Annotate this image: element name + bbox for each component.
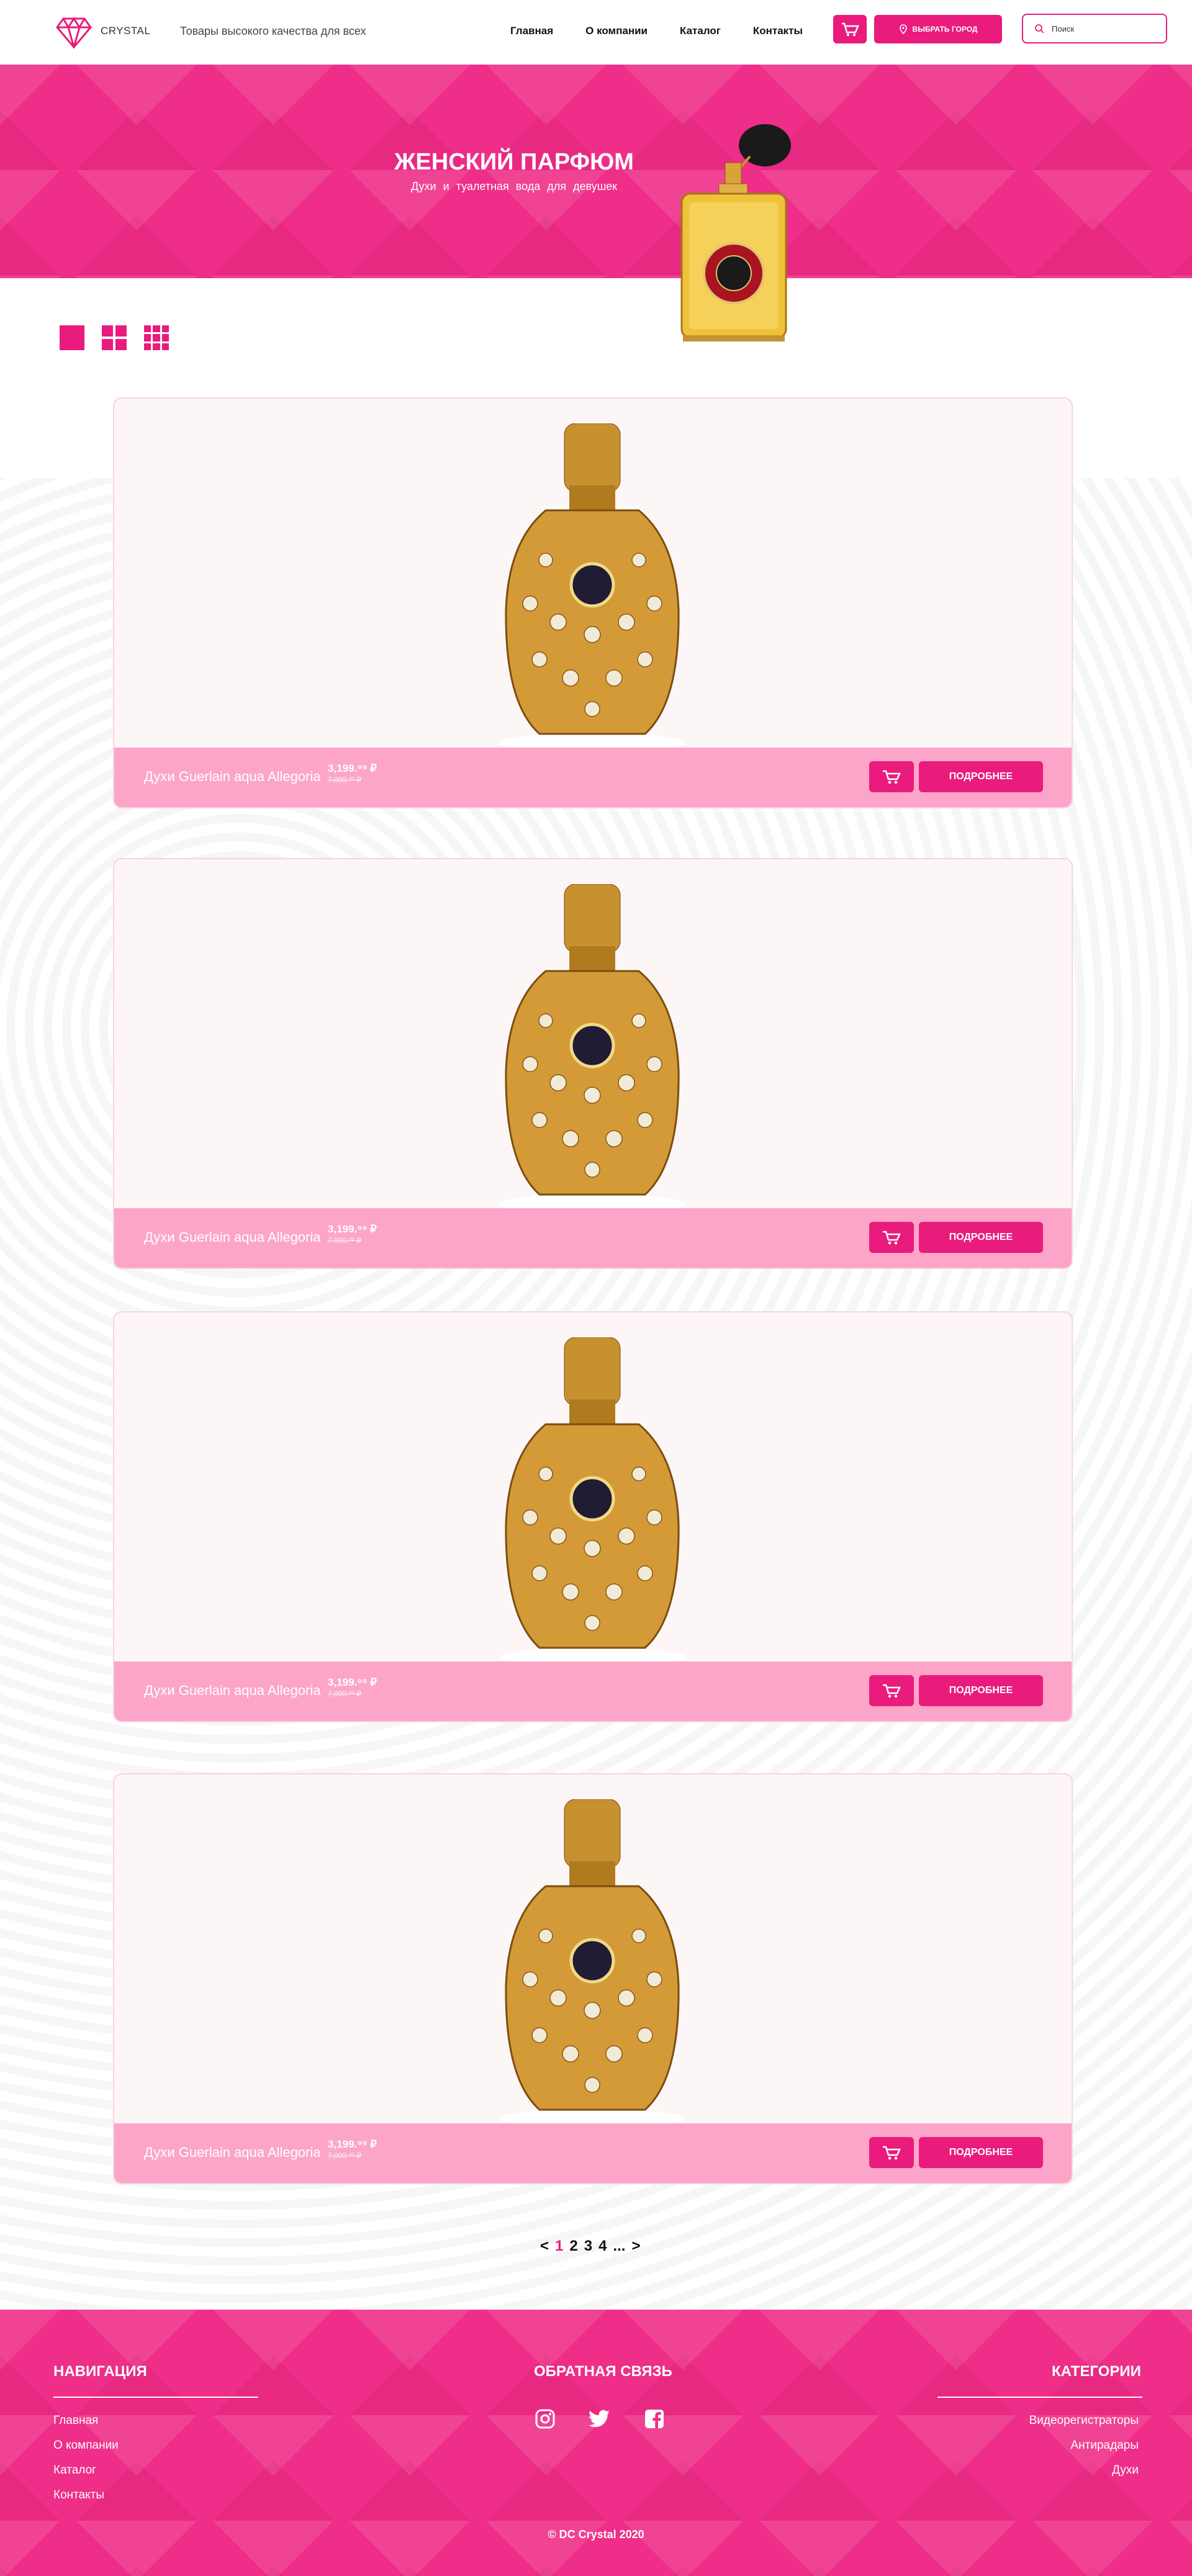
header-cart-button[interactable] bbox=[833, 15, 867, 43]
footer-category-perfume[interactable]: Духи bbox=[1029, 2464, 1139, 2477]
product-bar: Духи Guerlain aqua Allegoria 3,199.⁹⁹ ₽ … bbox=[114, 1661, 1072, 1721]
site-header: CRYSTAL Товары высокого качества для все… bbox=[0, 0, 1192, 65]
view-single-button[interactable] bbox=[60, 325, 84, 350]
footer-categories-divider bbox=[937, 2397, 1142, 2398]
hero-title: ЖЕНСКИЙ ПАРФЮМ bbox=[394, 149, 634, 175]
diamond-logo-icon[interactable] bbox=[56, 16, 92, 48]
nav-home[interactable]: Главная bbox=[510, 25, 553, 37]
instagram-icon[interactable] bbox=[535, 2409, 555, 2429]
social-links bbox=[535, 2409, 664, 2429]
footer-nav-list: Главная О компании Каталог Контакты bbox=[53, 2414, 119, 2513]
search-box bbox=[1022, 14, 1167, 43]
twitter-icon[interactable] bbox=[589, 2409, 611, 2429]
cart-icon bbox=[883, 2146, 901, 2160]
pagination-page-3[interactable]: 3 bbox=[584, 2238, 592, 2255]
product-name[interactable]: Духи Guerlain aqua Allegoria bbox=[144, 1229, 321, 1245]
product-price: 3,199.⁹⁹ ₽ 7,000.⁰⁰ ₽ bbox=[328, 1676, 377, 1699]
main-nav: Главная О компании Каталог Контакты bbox=[510, 25, 835, 37]
pagination-page-1[interactable]: 1 bbox=[555, 2238, 563, 2255]
details-button[interactable]: ПОДРОБНЕЕ bbox=[919, 1222, 1043, 1253]
copyright: © DC Crystal 2020 bbox=[548, 2528, 644, 2541]
footer-categories-list: Видеорегистраторы Антирадары Духи bbox=[1029, 2414, 1139, 2488]
footer-nav-home[interactable]: Главная bbox=[53, 2414, 119, 2428]
product-price: 3,199.⁹⁹ ₽ 7,000.⁰⁰ ₽ bbox=[328, 762, 377, 785]
old-price: 7,000.⁰⁰ ₽ bbox=[328, 1236, 361, 1245]
current-price: 3,199.⁹⁹ ₽ bbox=[328, 2138, 377, 2150]
add-to-cart-button[interactable] bbox=[869, 761, 914, 792]
details-button[interactable]: ПОДРОБНЕЕ bbox=[919, 2137, 1043, 2168]
product-price: 3,199.⁹⁹ ₽ 7,000.⁰⁰ ₽ bbox=[328, 2138, 377, 2161]
add-to-cart-button[interactable] bbox=[869, 1222, 914, 1253]
product-image bbox=[499, 1799, 685, 2128]
product-image bbox=[499, 884, 685, 1213]
footer-nav-contacts[interactable]: Контакты bbox=[53, 2488, 119, 2502]
pagination-page-2[interactable]: 2 bbox=[569, 2238, 577, 2255]
hero-banner: ЖЕНСКИЙ ПАРФЮМ Духи и туалетная вода для… bbox=[0, 65, 1192, 341]
current-price: 3,199.⁹⁹ ₽ bbox=[328, 1223, 377, 1235]
pagination-next[interactable]: > bbox=[631, 2238, 640, 2255]
footer-nav-catalog[interactable]: Каталог bbox=[53, 2464, 119, 2477]
view-grid-3-button[interactable] bbox=[144, 325, 169, 350]
facebook-icon[interactable] bbox=[644, 2409, 664, 2429]
cart-icon bbox=[883, 770, 901, 784]
product-bar: Духи Guerlain aqua Allegoria 3,199.⁹⁹ ₽ … bbox=[114, 1208, 1072, 1268]
footer-category-radar-detectors[interactable]: Антирадары bbox=[1029, 2439, 1139, 2452]
hero-subtitle: Духи и туалетная вода для девушек bbox=[410, 180, 618, 192]
product-image bbox=[499, 1337, 685, 1666]
pagination: < 1 2 3 4 ... > bbox=[540, 2238, 640, 2255]
old-price: 7,000.⁰⁰ ₽ bbox=[328, 1689, 361, 1698]
product-name[interactable]: Духи Guerlain aqua Allegoria bbox=[144, 2144, 321, 2161]
product-card: Духи Guerlain aqua Allegoria 3,199.⁹⁹ ₽ … bbox=[113, 1773, 1073, 2184]
view-toggles bbox=[60, 325, 169, 350]
perfume-bottle-image bbox=[680, 124, 791, 341]
footer-category-dashcams[interactable]: Видеорегистраторы bbox=[1029, 2414, 1139, 2428]
logo-text[interactable]: CRYSTAL bbox=[101, 25, 150, 37]
location-pin-icon bbox=[899, 24, 907, 34]
cart-icon bbox=[842, 22, 859, 37]
view-grid-2-button[interactable] bbox=[102, 325, 127, 350]
choose-city-label: ВЫБРАТЬ ГОРОД bbox=[912, 25, 978, 34]
site-footer: НАВИГАЦИЯ Главная О компании Каталог Кон… bbox=[0, 2310, 1192, 2576]
product-card: Духи Guerlain aqua Allegoria 3,199.⁹⁹ ₽ … bbox=[113, 397, 1073, 808]
choose-city-button[interactable]: ВЫБРАТЬ ГОРОД bbox=[874, 15, 1002, 43]
footer-nav-about[interactable]: О компании bbox=[53, 2439, 119, 2452]
footer-feedback-title: ОБРАТНАЯ СВЯЗЬ bbox=[534, 2363, 672, 2380]
details-button[interactable]: ПОДРОБНЕЕ bbox=[919, 761, 1043, 792]
product-bar: Духи Guerlain aqua Allegoria 3,199.⁹⁹ ₽ … bbox=[114, 748, 1072, 807]
product-card: Духи Guerlain aqua Allegoria 3,199.⁹⁹ ₽ … bbox=[113, 858, 1073, 1269]
add-to-cart-button[interactable] bbox=[869, 1675, 914, 1706]
cart-icon bbox=[883, 1231, 901, 1245]
product-bar: Духи Guerlain aqua Allegoria 3,199.⁹⁹ ₽ … bbox=[114, 2123, 1072, 2183]
product-name[interactable]: Духи Guerlain aqua Allegoria bbox=[144, 1683, 321, 1699]
product-name[interactable]: Духи Guerlain aqua Allegoria bbox=[144, 769, 321, 785]
nav-catalog[interactable]: Каталог bbox=[680, 25, 721, 37]
cart-icon bbox=[883, 1684, 901, 1698]
search-icon bbox=[1035, 24, 1044, 34]
current-price: 3,199.⁹⁹ ₽ bbox=[328, 762, 377, 774]
search-input[interactable] bbox=[1050, 23, 1156, 34]
pagination-ellipsis: ... bbox=[613, 2238, 626, 2254]
current-price: 3,199.⁹⁹ ₽ bbox=[328, 1676, 377, 1688]
footer-nav-divider bbox=[53, 2397, 258, 2398]
pagination-page-4[interactable]: 4 bbox=[598, 2238, 607, 2255]
old-price: 7,000.⁰⁰ ₽ bbox=[328, 775, 361, 784]
product-price: 3,199.⁹⁹ ₽ 7,000.⁰⁰ ₽ bbox=[328, 1224, 377, 1245]
footer-nav-title: НАВИГАЦИЯ bbox=[53, 2363, 147, 2380]
nav-about[interactable]: О компании bbox=[585, 25, 648, 37]
old-price: 7,000.⁰⁰ ₽ bbox=[328, 2151, 361, 2160]
add-to-cart-button[interactable] bbox=[869, 2137, 914, 2168]
product-card: Духи Guerlain aqua Allegoria 3,199.⁹⁹ ₽ … bbox=[113, 1311, 1073, 1722]
nav-contacts[interactable]: Контакты bbox=[753, 25, 803, 37]
tagline: Товары высокого качества для всех bbox=[180, 25, 366, 37]
product-image bbox=[499, 423, 685, 752]
footer-categories-title: КАТЕГОРИИ bbox=[1052, 2363, 1141, 2380]
pagination-prev[interactable]: < bbox=[540, 2238, 549, 2255]
details-button[interactable]: ПОДРОБНЕЕ bbox=[919, 1675, 1043, 1706]
